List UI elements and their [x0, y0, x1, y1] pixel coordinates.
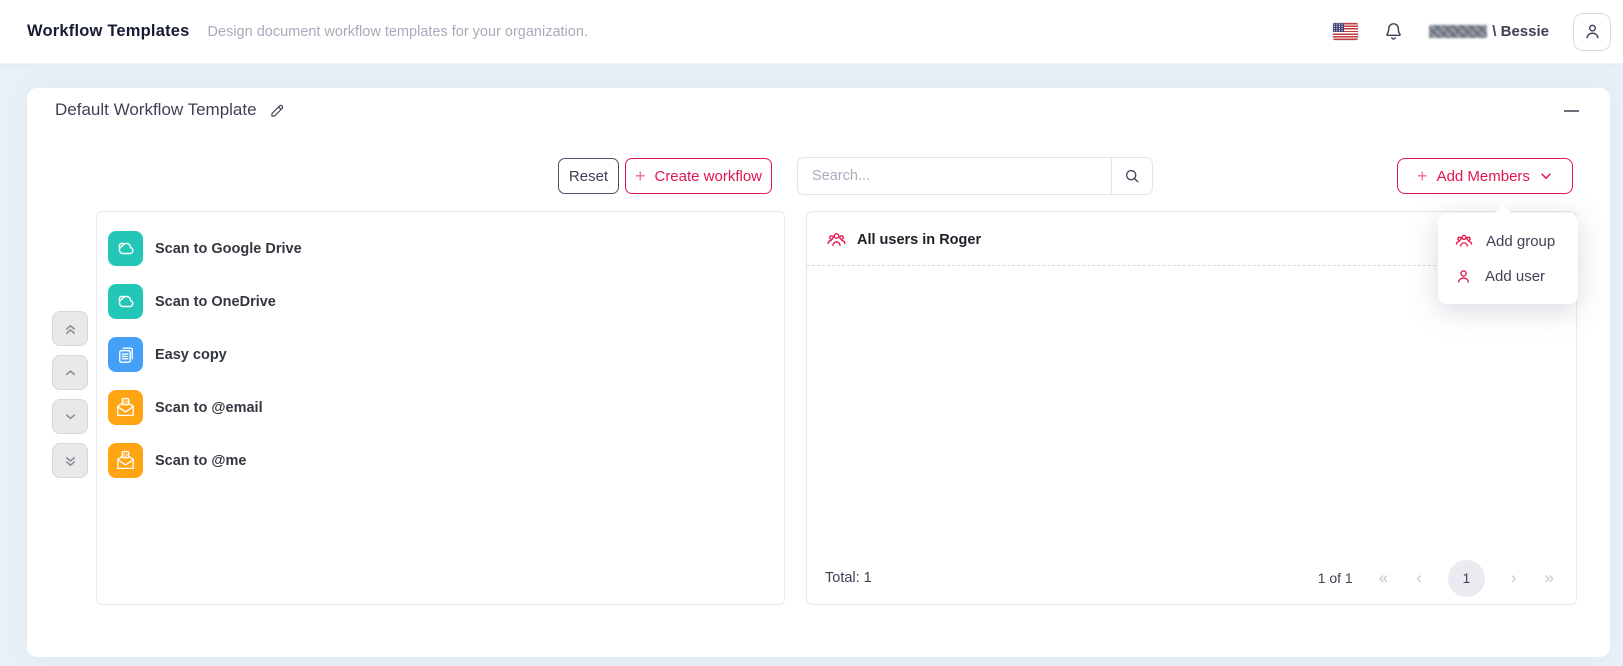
page-title: Workflow Templates: [27, 22, 190, 41]
members-group-label: All users in Roger: [857, 232, 981, 248]
user-group-icon: [1454, 231, 1474, 251]
next-page-button[interactable]: ›: [1509, 568, 1519, 588]
members-panel-footer: Total: 1 1 of 1 « ‹ 1 › »: [807, 558, 1576, 598]
current-user: \ Bessie: [1429, 23, 1549, 40]
plus-icon: +: [635, 167, 646, 185]
move-down-button[interactable]: [52, 399, 88, 434]
current-page-button[interactable]: 1: [1448, 560, 1485, 597]
double-chevron-right-icon: »: [1545, 568, 1554, 587]
menu-item-label: Add group: [1486, 233, 1555, 250]
dropdown-menu-item[interactable]: Add group: [1438, 223, 1578, 259]
user-icon: [1454, 267, 1473, 286]
workflow-label: Scan to @me: [155, 453, 247, 469]
add-members-label: Add Members: [1437, 168, 1530, 185]
search-input[interactable]: [798, 158, 1111, 194]
double-chevron-down-icon: [63, 453, 78, 469]
top-header: Workflow Templates Design document workf…: [0, 0, 1623, 64]
total-count: Total: 1: [825, 570, 872, 586]
workflow-item[interactable]: @ Scan to OneDrive: [97, 275, 784, 328]
add-members-button[interactable]: + Add Members: [1397, 158, 1573, 194]
workflow-label: Scan to @email: [155, 400, 263, 416]
search-icon: [1122, 166, 1142, 186]
mail-at-icon: @: [114, 396, 137, 419]
mail-at-icon: @: [114, 449, 137, 472]
workflow-item[interactable]: @ Scan to @me: [97, 434, 784, 487]
first-page-button[interactable]: «: [1377, 568, 1390, 588]
bell-icon: [1382, 20, 1405, 43]
chevron-down-icon: [63, 409, 78, 424]
copy-icon: [115, 344, 137, 366]
add-members-dropdown: Add group Add user: [1438, 213, 1578, 304]
cloud-icon: [114, 290, 137, 313]
workflow-list-panel: @ Scan to Google Drive @ Scan to OneDriv…: [96, 211, 785, 605]
dropdown-menu-item[interactable]: Add user: [1438, 259, 1578, 294]
account-button[interactable]: [1573, 13, 1611, 51]
card-title-row: Default Workflow Template: [55, 100, 287, 120]
svg-text:@: @: [123, 453, 129, 459]
move-up-button[interactable]: [52, 355, 88, 390]
collapse-card-button[interactable]: [1560, 102, 1582, 120]
move-bottom-button[interactable]: [52, 443, 88, 478]
menu-item-icon: [1454, 231, 1474, 251]
notifications-button[interactable]: [1382, 20, 1405, 43]
user-name: \ Bessie: [1492, 23, 1549, 40]
chevron-right-icon: ›: [1511, 568, 1517, 587]
create-workflow-button[interactable]: + Create workflow: [625, 158, 772, 194]
chevron-up-icon: [63, 365, 78, 380]
cloud-icon: [114, 237, 137, 260]
workflow-item[interactable]: @ Scan to @email: [97, 381, 784, 434]
user-group-icon: [825, 229, 848, 251]
workflow-icon: @: [108, 231, 143, 266]
chevron-left-icon: ‹: [1416, 568, 1422, 587]
template-title: Default Workflow Template: [55, 100, 257, 120]
page: Workflow Templates Design document workf…: [0, 0, 1623, 666]
double-chevron-left-icon: «: [1379, 568, 1388, 587]
double-chevron-up-icon: [63, 321, 78, 337]
workflow-icon: @: [108, 390, 143, 425]
menu-item-icon: [1454, 267, 1473, 286]
page-subtitle: Design document workflow templates for y…: [208, 24, 588, 40]
workflow-label: Easy copy: [155, 347, 227, 363]
plus-icon: +: [1417, 167, 1428, 185]
workflow-item[interactable]: @ Easy copy: [97, 328, 784, 381]
workflow-template-card: Default Workflow Template Reset + Create…: [27, 88, 1610, 657]
workflow-icon: @: [108, 337, 143, 372]
workflow-item[interactable]: @ Scan to Google Drive: [97, 222, 784, 275]
redacted-org-name: [1429, 25, 1487, 38]
pencil-icon: [268, 101, 287, 120]
workflow-label: Scan to Google Drive: [155, 241, 302, 257]
reorder-controls: [52, 311, 88, 478]
pagination: 1 of 1 « ‹ 1 › »: [1318, 560, 1556, 597]
menu-item-label: Add user: [1485, 268, 1545, 285]
language-flag-icon[interactable]: [1333, 23, 1358, 40]
header-actions: \ Bessie: [1333, 13, 1611, 51]
reset-button[interactable]: Reset: [558, 158, 619, 194]
workflow-icon: @: [108, 443, 143, 478]
person-icon: [1582, 21, 1603, 42]
member-search: [797, 157, 1153, 195]
workflow-label: Scan to OneDrive: [155, 294, 276, 310]
move-top-button[interactable]: [52, 311, 88, 346]
create-workflow-label: Create workflow: [654, 168, 762, 185]
workflow-icon: @: [108, 284, 143, 319]
edit-template-name-button[interactable]: [268, 101, 287, 120]
minus-icon: [1564, 110, 1579, 112]
prev-page-button[interactable]: ‹: [1414, 568, 1424, 588]
reset-label: Reset: [569, 168, 608, 185]
page-info: 1 of 1: [1318, 570, 1353, 586]
last-page-button[interactable]: »: [1543, 568, 1556, 588]
svg-text:@: @: [123, 400, 129, 406]
chevron-down-icon: [1539, 169, 1553, 183]
search-button[interactable]: [1111, 158, 1152, 194]
